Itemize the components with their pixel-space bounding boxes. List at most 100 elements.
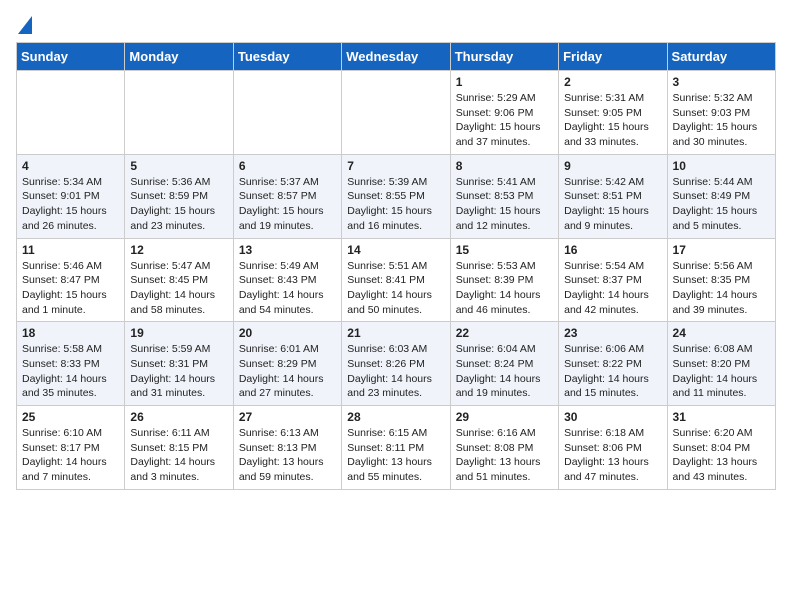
cell-content: Sunrise: 6:18 AMSunset: 8:06 PMDaylight:… [564, 427, 649, 483]
cell-content: Sunrise: 5:47 AMSunset: 8:45 PMDaylight:… [130, 260, 215, 316]
day-number: 8 [456, 159, 553, 173]
calendar-cell: 4 Sunrise: 5:34 AMSunset: 9:01 PMDaylight… [17, 154, 125, 238]
calendar-cell: 12 Sunrise: 5:47 AMSunset: 8:45 PMDayligh… [125, 238, 233, 322]
calendar-cell: 26 Sunrise: 6:11 AMSunset: 8:15 PMDayligh… [125, 406, 233, 490]
day-number: 21 [347, 326, 444, 340]
calendar-cell: 27 Sunrise: 6:13 AMSunset: 8:13 PMDayligh… [233, 406, 341, 490]
day-number: 22 [456, 326, 553, 340]
day-number: 4 [22, 159, 119, 173]
day-number: 24 [673, 326, 770, 340]
day-number: 7 [347, 159, 444, 173]
cell-content: Sunrise: 6:20 AMSunset: 8:04 PMDaylight:… [673, 427, 758, 483]
cell-content: Sunrise: 5:46 AMSunset: 8:47 PMDaylight:… [22, 260, 107, 316]
calendar-cell: 11 Sunrise: 5:46 AMSunset: 8:47 PMDayligh… [17, 238, 125, 322]
cell-content: Sunrise: 5:31 AMSunset: 9:05 PMDaylight:… [564, 92, 649, 148]
day-number: 1 [456, 75, 553, 89]
header-wednesday: Wednesday [342, 43, 450, 71]
cell-content: Sunrise: 5:41 AMSunset: 8:53 PMDaylight:… [456, 176, 541, 232]
cell-content: Sunrise: 6:10 AMSunset: 8:17 PMDaylight:… [22, 427, 107, 483]
day-number: 3 [673, 75, 770, 89]
logo [16, 16, 32, 30]
cell-content: Sunrise: 6:01 AMSunset: 8:29 PMDaylight:… [239, 343, 324, 399]
calendar-cell: 16 Sunrise: 5:54 AMSunset: 8:37 PMDayligh… [559, 238, 667, 322]
day-number: 27 [239, 410, 336, 424]
day-number: 30 [564, 410, 661, 424]
header-thursday: Thursday [450, 43, 558, 71]
day-number: 15 [456, 243, 553, 257]
calendar-cell: 28 Sunrise: 6:15 AMSunset: 8:11 PMDayligh… [342, 406, 450, 490]
day-number: 13 [239, 243, 336, 257]
cell-content: Sunrise: 6:06 AMSunset: 8:22 PMDaylight:… [564, 343, 649, 399]
calendar-week-3: 11 Sunrise: 5:46 AMSunset: 8:47 PMDayligh… [17, 238, 776, 322]
calendar-cell: 10 Sunrise: 5:44 AMSunset: 8:49 PMDayligh… [667, 154, 775, 238]
day-number: 19 [130, 326, 227, 340]
calendar-cell: 17 Sunrise: 5:56 AMSunset: 8:35 PMDayligh… [667, 238, 775, 322]
cell-content: Sunrise: 5:49 AMSunset: 8:43 PMDaylight:… [239, 260, 324, 316]
day-number: 9 [564, 159, 661, 173]
calendar-week-4: 18Sunrise: 5:58 AMSunset: 8:33 PMDayligh… [17, 322, 776, 406]
calendar-cell: 25 Sunrise: 6:10 AMSunset: 8:17 PMDayligh… [17, 406, 125, 490]
cell-content: Sunrise: 6:11 AMSunset: 8:15 PMDaylight:… [130, 427, 215, 483]
logo-triangle-icon [18, 16, 32, 34]
calendar-cell: 13 Sunrise: 5:49 AMSunset: 8:43 PMDayligh… [233, 238, 341, 322]
calendar-cell: 7 Sunrise: 5:39 AMSunset: 8:55 PMDaylight… [342, 154, 450, 238]
day-number: 10 [673, 159, 770, 173]
calendar-cell: 22 Sunrise: 6:04 AMSunset: 8:24 PMDayligh… [450, 322, 558, 406]
header-sunday: Sunday [17, 43, 125, 71]
header-saturday: Saturday [667, 43, 775, 71]
calendar-week-5: 25 Sunrise: 6:10 AMSunset: 8:17 PMDayligh… [17, 406, 776, 490]
day-number: 16 [564, 243, 661, 257]
calendar-cell: 21 Sunrise: 6:03 AMSunset: 8:26 PMDayligh… [342, 322, 450, 406]
calendar-cell: 23Sunrise: 6:06 AMSunset: 8:22 PMDayligh… [559, 322, 667, 406]
cell-content: Sunrise: 5:56 AMSunset: 8:35 PMDaylight:… [673, 260, 758, 316]
day-number: 6 [239, 159, 336, 173]
calendar-cell: 20 Sunrise: 6:01 AMSunset: 8:29 PMDayligh… [233, 322, 341, 406]
day-number: 5 [130, 159, 227, 173]
cell-content: Sunrise: 5:58 AMSunset: 8:33 PMDaylight:… [22, 343, 107, 399]
calendar-cell: 9Sunrise: 5:42 AMSunset: 8:51 PMDaylight… [559, 154, 667, 238]
day-number: 25 [22, 410, 119, 424]
day-number: 28 [347, 410, 444, 424]
calendar-cell: 30 Sunrise: 6:18 AMSunset: 8:06 PMDayligh… [559, 406, 667, 490]
cell-content: Sunrise: 5:34 AMSunset: 9:01 PMDaylight:… [22, 176, 107, 232]
cell-content: Sunrise: 5:44 AMSunset: 8:49 PMDaylight:… [673, 176, 758, 232]
calendar-week-1: 1 Sunrise: 5:29 AMSunset: 9:06 PMDaylight… [17, 71, 776, 155]
calendar-cell: 18Sunrise: 5:58 AMSunset: 8:33 PMDayligh… [17, 322, 125, 406]
cell-content: Sunrise: 6:04 AMSunset: 8:24 PMDaylight:… [456, 343, 541, 399]
day-number: 11 [22, 243, 119, 257]
cell-content: Sunrise: 6:15 AMSunset: 8:11 PMDaylight:… [347, 427, 432, 483]
calendar-table: SundayMondayTuesdayWednesdayThursdayFrid… [16, 42, 776, 490]
day-number: 29 [456, 410, 553, 424]
cell-content: Sunrise: 5:37 AMSunset: 8:57 PMDaylight:… [239, 176, 324, 232]
day-number: 17 [673, 243, 770, 257]
calendar-cell: 29 Sunrise: 6:16 AMSunset: 8:08 PMDayligh… [450, 406, 558, 490]
day-number: 26 [130, 410, 227, 424]
calendar-cell: 2 Sunrise: 5:31 AMSunset: 9:05 PMDaylight… [559, 71, 667, 155]
calendar-cell: 8 Sunrise: 5:41 AMSunset: 8:53 PMDaylight… [450, 154, 558, 238]
cell-content: Sunrise: 6:13 AMSunset: 8:13 PMDaylight:… [239, 427, 324, 483]
calendar-cell: 3 Sunrise: 5:32 AMSunset: 9:03 PMDaylight… [667, 71, 775, 155]
calendar-header-row: SundayMondayTuesdayWednesdayThursdayFrid… [17, 43, 776, 71]
calendar-cell: 1 Sunrise: 5:29 AMSunset: 9:06 PMDaylight… [450, 71, 558, 155]
header-monday: Monday [125, 43, 233, 71]
calendar-week-2: 4 Sunrise: 5:34 AMSunset: 9:01 PMDaylight… [17, 154, 776, 238]
calendar-cell [17, 71, 125, 155]
day-number: 12 [130, 243, 227, 257]
calendar-cell: 14Sunrise: 5:51 AMSunset: 8:41 PMDayligh… [342, 238, 450, 322]
calendar-cell: 6 Sunrise: 5:37 AMSunset: 8:57 PMDaylight… [233, 154, 341, 238]
cell-content: Sunrise: 6:16 AMSunset: 8:08 PMDaylight:… [456, 427, 541, 483]
cell-content: Sunrise: 5:32 AMSunset: 9:03 PMDaylight:… [673, 92, 758, 148]
cell-content: Sunrise: 5:36 AMSunset: 8:59 PMDaylight:… [130, 176, 215, 232]
cell-content: Sunrise: 5:29 AMSunset: 9:06 PMDaylight:… [456, 92, 541, 148]
calendar-cell [233, 71, 341, 155]
cell-content: Sunrise: 5:51 AMSunset: 8:41 PMDaylight:… [347, 260, 432, 316]
cell-content: Sunrise: 5:53 AMSunset: 8:39 PMDaylight:… [456, 260, 541, 316]
day-number: 20 [239, 326, 336, 340]
calendar-cell [342, 71, 450, 155]
cell-content: Sunrise: 6:03 AMSunset: 8:26 PMDaylight:… [347, 343, 432, 399]
calendar-cell: 24Sunrise: 6:08 AMSunset: 8:20 PMDayligh… [667, 322, 775, 406]
calendar-cell: 5 Sunrise: 5:36 AMSunset: 8:59 PMDaylight… [125, 154, 233, 238]
cell-content: Sunrise: 5:54 AMSunset: 8:37 PMDaylight:… [564, 260, 649, 316]
day-number: 2 [564, 75, 661, 89]
cell-content: Sunrise: 5:39 AMSunset: 8:55 PMDaylight:… [347, 176, 432, 232]
